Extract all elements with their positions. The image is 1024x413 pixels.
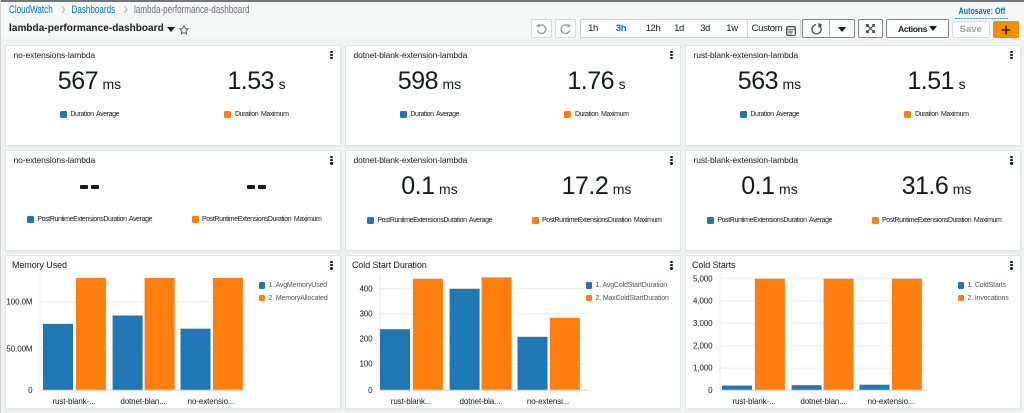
svg-text:200: 200: [359, 335, 373, 344]
svg-text:2,000: 2,000: [693, 341, 713, 350]
svg-text:0: 0: [708, 386, 713, 395]
svg-text:1,000: 1,000: [693, 364, 713, 373]
svg-text:0: 0: [368, 386, 373, 395]
svg-text:4,000: 4,000: [693, 297, 713, 306]
svg-text:no-extensi...: no-extensi...: [527, 397, 569, 406]
svg-text:300: 300: [359, 310, 373, 319]
svg-text:dotnet-blan...: dotnet-blan...: [120, 397, 165, 406]
svg-text:dotnet-bla...: dotnet-bla...: [460, 397, 501, 406]
svg-text:400: 400: [359, 284, 373, 293]
svg-text:100: 100: [359, 360, 373, 369]
svg-text:rust-blank-...: rust-blank-...: [732, 397, 775, 406]
svg-text:rust-blank-...: rust-blank-...: [52, 397, 95, 406]
svg-text:no-extensio...: no-extensio...: [188, 397, 235, 406]
svg-text:no-extensio...: no-extensio...: [868, 397, 915, 406]
svg-text:3,000: 3,000: [693, 319, 713, 328]
svg-text:100.0M: 100.0M: [6, 297, 33, 306]
svg-text:0: 0: [28, 386, 33, 395]
svg-text:dotnet-blan...: dotnet-blan...: [800, 397, 845, 406]
svg-text:50.00M: 50.00M: [6, 344, 33, 353]
svg-text:5,000: 5,000: [693, 274, 713, 283]
svg-text:rust-blank...: rust-blank...: [391, 397, 432, 406]
